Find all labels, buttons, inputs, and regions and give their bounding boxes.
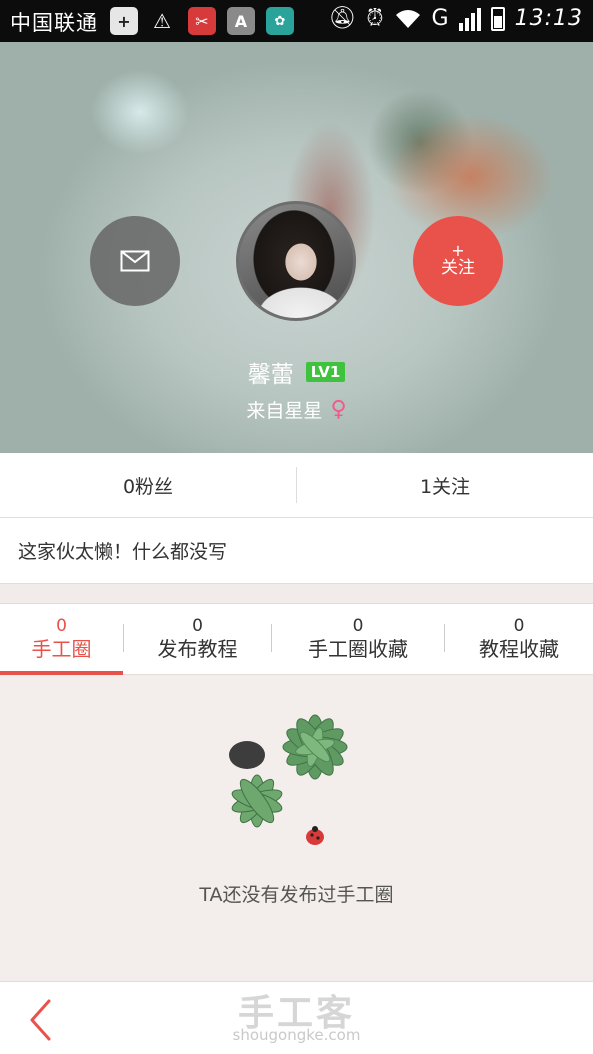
tab-label: 手工圈收藏 <box>308 637 408 661</box>
following-count[interactable]: 1关注 <box>297 453 593 517</box>
empty-state: TA还没有发布过手工圈 <box>0 675 593 981</box>
network-type: G <box>431 6 449 31</box>
tab-count: 0 <box>513 616 525 636</box>
alarm-icon: ⏰︎ <box>366 6 384 31</box>
location-row: 来自星星 ♀ <box>0 396 593 423</box>
clock: 13:13 <box>514 6 583 31</box>
succulent-illustration <box>229 714 348 845</box>
user-name: 馨蕾 <box>247 362 294 388</box>
empty-message: TA还没有发布过手工圈 <box>199 884 394 906</box>
tab-label: 发布教程 <box>157 637 238 661</box>
tab-label: 手工圈 <box>31 637 92 661</box>
tab-circle-favorites[interactable]: 0 手工圈收藏 <box>272 604 444 674</box>
envelope-icon <box>120 250 150 272</box>
tab-published-tutorials[interactable]: 0 发布教程 <box>124 604 271 674</box>
level-badge: LV1 <box>305 362 346 382</box>
status-bar: 中国联通 + ⚠ ✂ A ✿ 🔕︎ ⏰︎ G 13:13 <box>0 0 593 42</box>
watermark-url: shougongke.com <box>232 1026 361 1044</box>
follow-label: 关注 <box>441 258 475 278</box>
tab-label: 教程收藏 <box>479 637 559 661</box>
wifi-icon <box>395 9 420 28</box>
plus-icon: + <box>110 7 138 35</box>
a-app-icon: A <box>227 7 255 35</box>
tab-count: 0 <box>192 616 203 636</box>
tab-count: 0 <box>352 616 364 636</box>
battery-icon <box>490 6 505 31</box>
fans-count[interactable]: 0粉丝 <box>0 453 296 517</box>
tab-bar: 0 手工圈 0 发布教程 0 手工圈收藏 0 教程收藏 <box>0 603 593 675</box>
name-row: 馨蕾 LV1 <box>0 355 593 389</box>
signal-icon <box>458 7 481 31</box>
bottom-bar: 手工客 shougongke.com <box>0 981 593 1054</box>
battery-alert-icon: ⚠ <box>153 9 171 33</box>
carrier-label: 中国联通 <box>10 11 98 35</box>
tab-tutorial-favorites[interactable]: 0 教程收藏 <box>445 604 593 674</box>
profile-header: + 关注 馨蕾 LV1 来自星星 ♀ <box>0 42 593 453</box>
avatar[interactable] <box>236 201 356 321</box>
tab-handcraft-circle[interactable]: 0 手工圈 <box>0 604 123 675</box>
message-button[interactable] <box>90 216 180 306</box>
huawei-app-icon: ✿ <box>266 7 294 35</box>
stats-bar: 0粉丝 1关注 <box>0 453 593 518</box>
bio-text: 这家伙太懒！什么都没写 <box>0 518 593 584</box>
location-text: 来自星星 <box>246 400 323 422</box>
plus-icon: + <box>451 241 465 260</box>
female-icon: ♀ <box>330 397 347 422</box>
mute-icon: 🔕︎ <box>328 6 357 31</box>
scissors-app-icon: ✂ <box>188 7 216 35</box>
follow-button[interactable]: + 关注 <box>413 216 503 306</box>
tab-count: 0 <box>56 616 67 636</box>
